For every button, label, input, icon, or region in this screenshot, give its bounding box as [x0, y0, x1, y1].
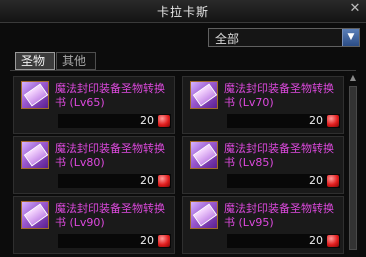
item-price: 20: [140, 234, 154, 247]
tab-relics[interactable]: 圣物: [15, 52, 55, 70]
red-gem-icon: [327, 235, 339, 247]
shop-item-card[interactable]: 魔法封印装备圣物转换书 (Lv90) 20: [13, 196, 175, 254]
tab-divider: [10, 70, 356, 71]
conversion-scroll-icon: [21, 201, 49, 229]
tab-other[interactable]: 其他: [56, 52, 96, 70]
category-filter-value: 全部: [215, 32, 240, 46]
window-title: 卡拉卡斯: [156, 5, 209, 19]
shop-item-card[interactable]: 魔法封印装备圣物转换书 (Lv95) 20: [182, 196, 344, 254]
price-bar: 20: [227, 114, 340, 128]
item-price: 20: [309, 234, 323, 247]
conversion-scroll-icon: [190, 81, 218, 109]
conversion-scroll-icon: [21, 81, 49, 109]
item-price: 20: [140, 174, 154, 187]
shop-item-card[interactable]: 魔法封印装备圣物转换书 (Lv85) 20: [182, 136, 344, 194]
item-name: 魔法封印装备圣物转换书 (Lv85): [224, 142, 334, 169]
chevron-down-icon[interactable]: ▼: [342, 29, 359, 46]
price-bar: 20: [227, 234, 340, 248]
red-gem-icon: [327, 115, 339, 127]
item-price: 20: [309, 114, 323, 127]
shop-item-card[interactable]: 魔法封印装备圣物转换书 (Lv70) 20: [182, 76, 344, 134]
conversion-scroll-icon: [21, 141, 49, 169]
shop-item-card[interactable]: 魔法封印装备圣物转换书 (Lv80) 20: [13, 136, 175, 194]
scroll-up-icon[interactable]: ▲: [347, 72, 359, 84]
conversion-scroll-icon: [190, 141, 218, 169]
red-gem-icon: [327, 175, 339, 187]
item-name: 魔法封印装备圣物转换书 (Lv90): [55, 202, 165, 229]
price-bar: 20: [58, 234, 171, 248]
window-titlebar: 卡拉卡斯 ✕: [0, 0, 366, 23]
price-bar: 20: [227, 174, 340, 188]
item-price: 20: [309, 174, 323, 187]
price-bar: 20: [58, 114, 171, 128]
shop-item-card[interactable]: 魔法封印装备圣物转换书 (Lv65) 20: [13, 76, 175, 134]
item-name: 魔法封印装备圣物转换书 (Lv80): [55, 142, 165, 169]
price-bar: 20: [58, 174, 171, 188]
red-gem-icon: [158, 175, 170, 187]
item-name: 魔法封印装备圣物转换书 (Lv95): [224, 202, 334, 229]
red-gem-icon: [158, 115, 170, 127]
category-filter-dropdown[interactable]: 全部 ▼: [208, 28, 360, 47]
scrollbar-thumb[interactable]: [349, 86, 357, 250]
conversion-scroll-icon: [190, 201, 218, 229]
item-name: 魔法封印装备圣物转换书 (Lv70): [224, 82, 334, 109]
item-name: 魔法封印装备圣物转换书 (Lv65): [55, 82, 165, 109]
item-list-scrollbar[interactable]: ▲: [347, 72, 359, 257]
red-gem-icon: [158, 235, 170, 247]
item-price: 20: [140, 114, 154, 127]
close-icon[interactable]: ✕: [348, 2, 362, 16]
